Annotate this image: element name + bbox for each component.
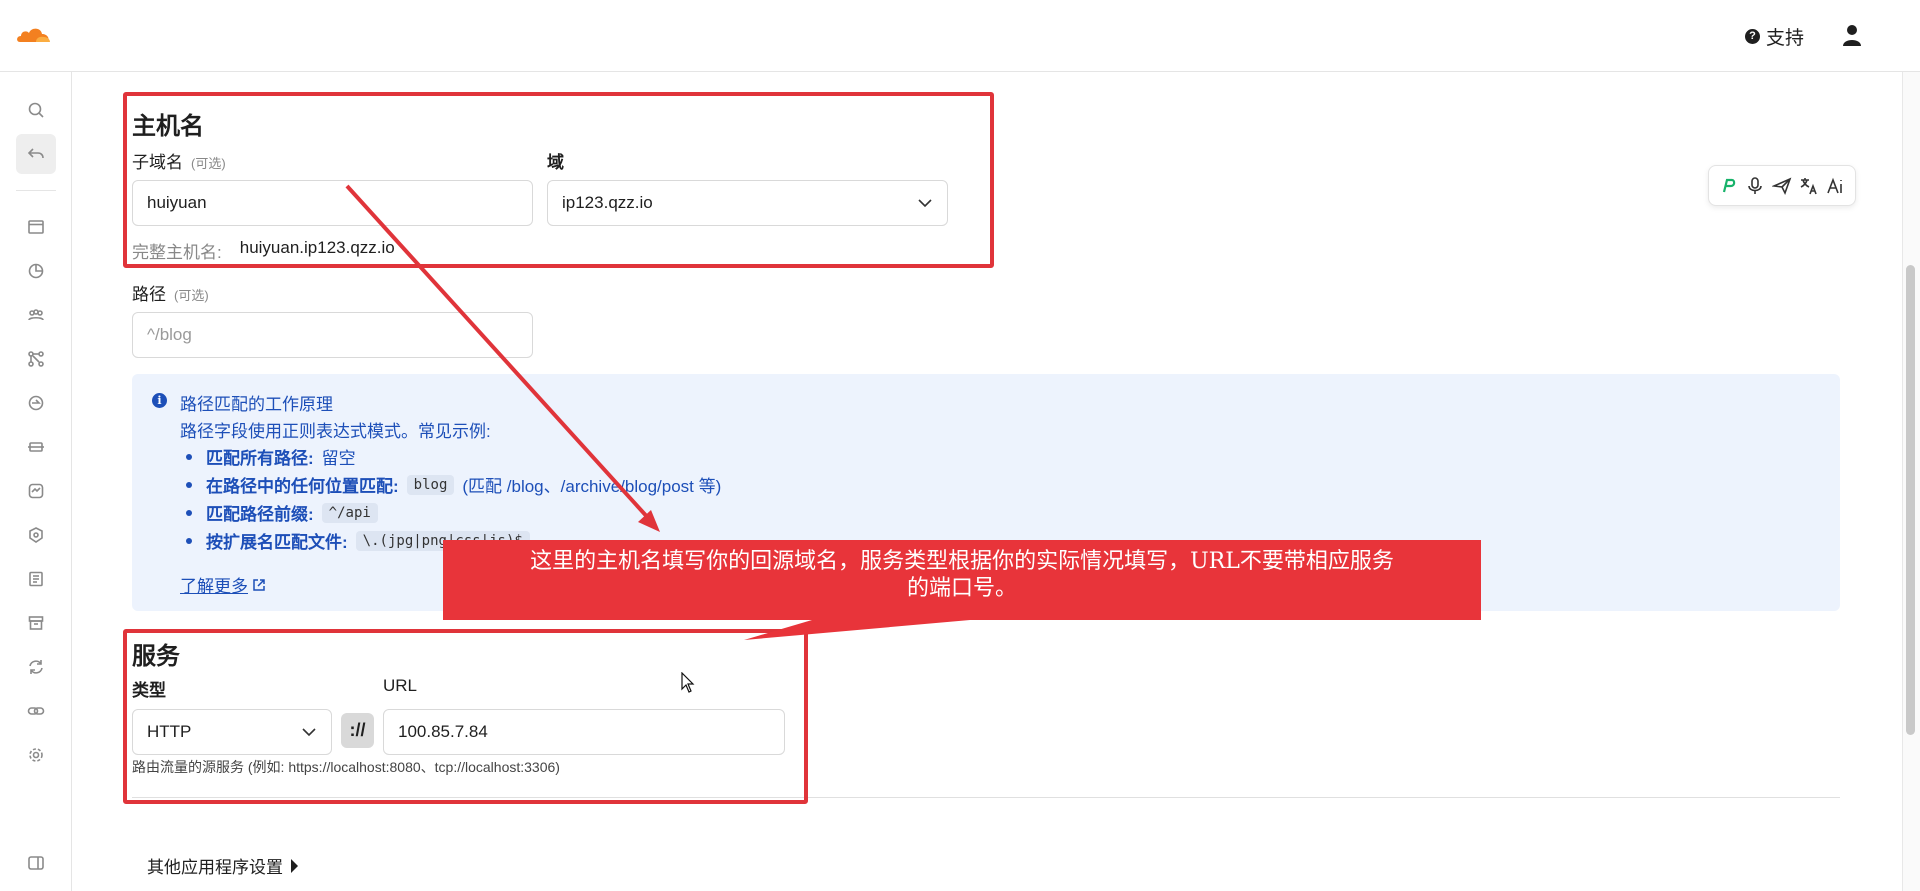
routing-icon[interactable] [16,383,56,423]
info-title: 路径匹配的工作原理 [180,395,333,414]
annotation-callout: 这里的主机名填写你的回源域名，服务类型根据你的实际情况填写，URL不要带相应服务… [443,540,1481,620]
service-highlight-box [123,629,808,804]
info-item-code: ^/api [321,502,378,523]
support-menu[interactable]: ? 支持 [1745,24,1805,49]
microphone-icon[interactable] [1744,175,1766,197]
archive-icon[interactable] [16,603,56,643]
bullet [186,481,192,488]
users-icon[interactable] [16,295,56,335]
search-icon[interactable] [16,90,56,130]
annotation-line-2: 的端口号。 [906,576,1017,601]
hostname-highlight-box [123,92,994,268]
info-item: 匹配所有路径: 留空 [186,444,356,469]
info-item: 在路径中的任何位置匹配: blog (匹配 /blog、/archive/blo… [186,472,721,497]
mouse-cursor-icon [681,672,695,693]
path-label: 路径 (可选) [132,280,209,305]
bullet [186,537,192,544]
floating-toolbar [1708,165,1856,206]
browser-window-icon[interactable] [16,207,56,247]
send-icon[interactable] [1771,175,1793,197]
link-icon[interactable] [16,691,56,731]
info-item-key: 匹配所有路径: [206,449,314,468]
other-app-settings-label: 其他应用程序设置 [147,858,283,877]
learn-more-link[interactable]: 了解更多 [180,572,266,597]
gateway-icon[interactable] [16,471,56,511]
cloudflare-logo[interactable] [14,22,54,46]
info-item: 匹配路径前缀: ^/api [186,500,378,525]
sidebar [0,72,72,891]
external-link-icon [253,578,265,591]
path-label-text: 路径 [132,285,166,304]
path-placeholder: ^/blog [147,325,192,344]
path-input[interactable]: ^/blog [132,312,533,358]
info-item-text: 留空 [321,449,356,468]
translate-icon[interactable] [1798,175,1820,197]
info-item-code: blog [406,474,455,495]
tunnel-icon[interactable] [16,427,56,467]
info-item-key: 在路径中的任何位置匹配: [206,477,399,496]
analytics-pie-icon[interactable] [16,251,56,291]
help-icon: ? [1745,28,1760,44]
path-optional-tag: (可选) [174,288,209,303]
gear-icon[interactable] [16,735,56,775]
annotation-line-1: 这里的主机名填写你的回源域名，服务类型根据你的实际情况填写，URL不要带相应服务 [530,549,1394,574]
ai-text-icon[interactable] [1825,175,1847,197]
user-icon[interactable] [1840,22,1864,48]
info-item-text: (匹配 /blog、/archive/blog/post 等) [462,477,722,496]
caret-right-icon [291,858,298,873]
info-description: 路径字段使用正则表达式模式。常见示例: [180,422,491,441]
scrollbar-thumb[interactable] [1906,265,1915,735]
sidebar-toggle-icon[interactable] [16,843,56,883]
support-label: 支持 [1766,27,1805,49]
sidebar-divider [16,190,56,191]
info-icon: i [152,393,167,408]
top-bar: ? 支持 [0,0,1920,72]
logs-icon[interactable] [16,559,56,599]
learn-more-text: 了解更多 [180,577,248,596]
other-app-settings-toggle[interactable]: 其他应用程序设置 [147,853,298,878]
back-icon[interactable] [16,134,56,174]
network-icon[interactable] [16,339,56,379]
bullet [186,509,192,516]
sync-icon[interactable] [16,647,56,687]
security-shield-icon[interactable] [16,515,56,555]
bullet [186,453,192,460]
pen-icon[interactable] [1717,175,1739,197]
info-item-key: 匹配路径前缀: [206,505,314,524]
info-item-key: 按扩展名匹配文件: [206,533,348,552]
